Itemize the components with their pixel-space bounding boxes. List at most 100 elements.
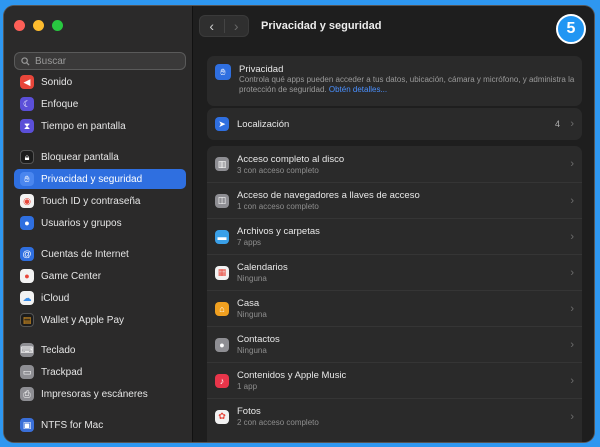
search-icon [21,56,30,66]
sidebar-item-bloquear-pantalla[interactable]: 🔒︎ Bloquear pantalla [14,147,186,167]
learn-more-link[interactable]: Obtén detalles... [329,85,387,94]
settings-window: Buscar ◀ Sonido ☾ Enfoque ⧗ Tiempo en pa… [4,6,594,442]
sidebar-item-ntfs-for-mac[interactable]: ▣ NTFS for Mac [14,415,186,435]
row-subtitle: Ninguna [237,274,267,283]
row-subtitle: 2 con acceso completo [237,418,319,427]
row-subtitle: 1 con acceso completo [237,202,319,211]
sidebar-item-icloud[interactable]: ☁ iCloud [14,288,186,308]
contacts-icon: ● [215,337,229,352]
minimize-window-button[interactable] [33,20,44,31]
moon-icon: ☾ [20,97,34,111]
sidebar-item-label: Bloquear pantalla [41,151,119,163]
row-title: Archivos y carpetas [237,226,320,237]
sidebar-item-tiempo-en-pantalla[interactable]: ⧗ Tiempo en pantalla [14,116,186,136]
search-field[interactable]: Buscar [14,52,186,70]
sidebar-item-label: Sonido [41,76,73,88]
row-title: Contactos [237,334,280,345]
row-title: Acceso completo al disco [237,153,345,165]
hand-icon: ✋︎ [20,172,34,186]
privacy-description-text: Controla qué apps pueden acceder a tus d… [239,75,575,94]
sidebar-item-label: Teclado [41,344,76,356]
location-row[interactable]: ➤ Localización 4 › [207,108,582,140]
hourglass-icon: ⧗ [20,119,34,133]
step-badge: 5 [556,14,586,44]
sidebar-item-label: Usuarios y grupos [41,217,122,229]
browser-icon: ◫ [215,193,229,208]
location-card: ➤ Localización 4 › [207,108,582,140]
row-subtitle: Ninguna [237,310,267,319]
sidebar-item-sonido[interactable]: ◀ Sonido [14,72,186,92]
row-subtitle: 1 app [237,382,258,391]
keyboard-icon: ⌨ [20,343,34,357]
window-controls [14,20,63,31]
sidebar-item-privacidad-y-seguridad[interactable]: ✋︎ Privacidad y seguridad [14,169,186,189]
location-arrow-icon: ➤ [215,117,229,131]
row-subtitle: 3 con acceso completo [237,165,319,175]
sidebar-item-label: Enfoque [41,98,79,110]
at-icon: @ [20,247,34,261]
home-icon: ⌂ [215,301,229,316]
permission-row[interactable]: ▦ Calendarios Ninguna › [207,254,582,290]
music-icon: ♪ [215,373,229,388]
privacy-title: Privacidad [239,64,284,75]
chevron-right-icon: › [233,18,239,34]
chevron-right-icon: › [570,338,574,351]
sidebar-item-label: Wallet y Apple Pay [41,314,125,326]
sidebar-item-teclado[interactable]: ⌨ Teclado [14,340,186,360]
row-title: Calendarios [237,262,288,273]
game-center-icon: ● [20,269,34,283]
folder-icon: ▬ [215,229,229,244]
sidebar-item-touch-id[interactable]: ◉ Touch ID y contraseña [14,191,186,211]
privacy-description: Controla qué apps pueden acceder a tus d… [239,75,594,95]
sidebar-item-label: Cuentas de Internet [41,248,129,260]
sidebar-item-game-center[interactable]: ● Game Center [14,266,186,286]
ntfs-icon: ▣ [20,418,34,432]
sidebar-item-label: Impresoras y escáneres [41,388,148,400]
chevron-right-icon: › [570,410,574,423]
sidebar-item-trackpad[interactable]: ▭ Trackpad [14,362,186,382]
trackpad-icon: ▭ [20,365,34,379]
zoom-window-button[interactable] [52,20,63,31]
chevron-right-icon: › [570,374,574,387]
photos-icon: ✿ [215,409,229,424]
row-title: Contenidos y Apple Music [237,370,347,381]
sidebar-item-enfoque[interactable]: ☾ Enfoque [14,94,186,114]
page-title: Privacidad y seguridad [261,20,382,32]
permission-row[interactable]: ▥ Acceso completo al disco 3 con acceso … [207,146,582,182]
privacy-card: ✋︎ Privacidad Controla qué apps pueden a… [207,56,582,106]
sidebar-item-cuentas-de-internet[interactable]: @ Cuentas de Internet [14,244,186,264]
privacy-header: ✋︎ Privacidad Controla qué apps pueden a… [207,56,582,106]
permission-row[interactable]: ⌂ Casa Ninguna › [207,290,582,326]
sidebar-item-impresoras[interactable]: ⎙ Impresoras y escáneres [14,384,186,404]
back-button[interactable]: ‹ [200,16,224,36]
permission-row[interactable]: ✿ Fotos 2 con acceso completo › [207,398,582,434]
row-title: Acceso de navegadores a llaves de acceso [237,190,420,201]
chevron-right-icon: › [570,194,574,207]
chevron-left-icon: ‹ [209,18,215,34]
permission-row[interactable]: ▬ Archivos y carpetas 7 apps › [207,218,582,254]
sidebar-item-label: Tiempo en pantalla [41,120,126,132]
cloud-icon: ☁ [20,291,34,305]
permission-row[interactable]: ♪ Contenidos y Apple Music 1 app › [207,362,582,398]
close-window-button[interactable] [14,20,25,31]
row-title: Casa [237,298,260,309]
fingerprint-icon: ◉ [20,194,34,208]
main-pane: ‹ › Privacidad y seguridad 5 ✋︎ Privacid… [193,6,594,442]
permission-row[interactable]: ◫ Acceso de navegadores a llaves de acce… [207,182,582,218]
calendar-icon: ▦ [215,265,229,280]
sidebar-item-label: NTFS for Mac [41,419,104,431]
hand-icon: ✋︎ [215,64,231,80]
row-subtitle: Ninguna [237,346,267,355]
sidebar-item-label: iCloud [41,292,70,304]
sidebar-item-label: Touch ID y contraseña [41,195,141,207]
sidebar-item-wallet[interactable]: ▤ Wallet y Apple Pay [14,310,186,330]
permission-row[interactable]: ● Contactos Ninguna › [207,326,582,362]
forward-button[interactable]: › [225,16,249,36]
row-subtitle: 7 apps [237,238,262,247]
nav-buttons: ‹ › [199,15,249,37]
sidebar-item-usuarios-y-grupos[interactable]: ● Usuarios y grupos [14,213,186,233]
lock-icon: 🔒︎ [20,150,34,164]
chevron-right-icon: › [570,266,574,279]
location-count: 4 [554,119,560,129]
wallet-icon: ▤ [20,313,34,327]
